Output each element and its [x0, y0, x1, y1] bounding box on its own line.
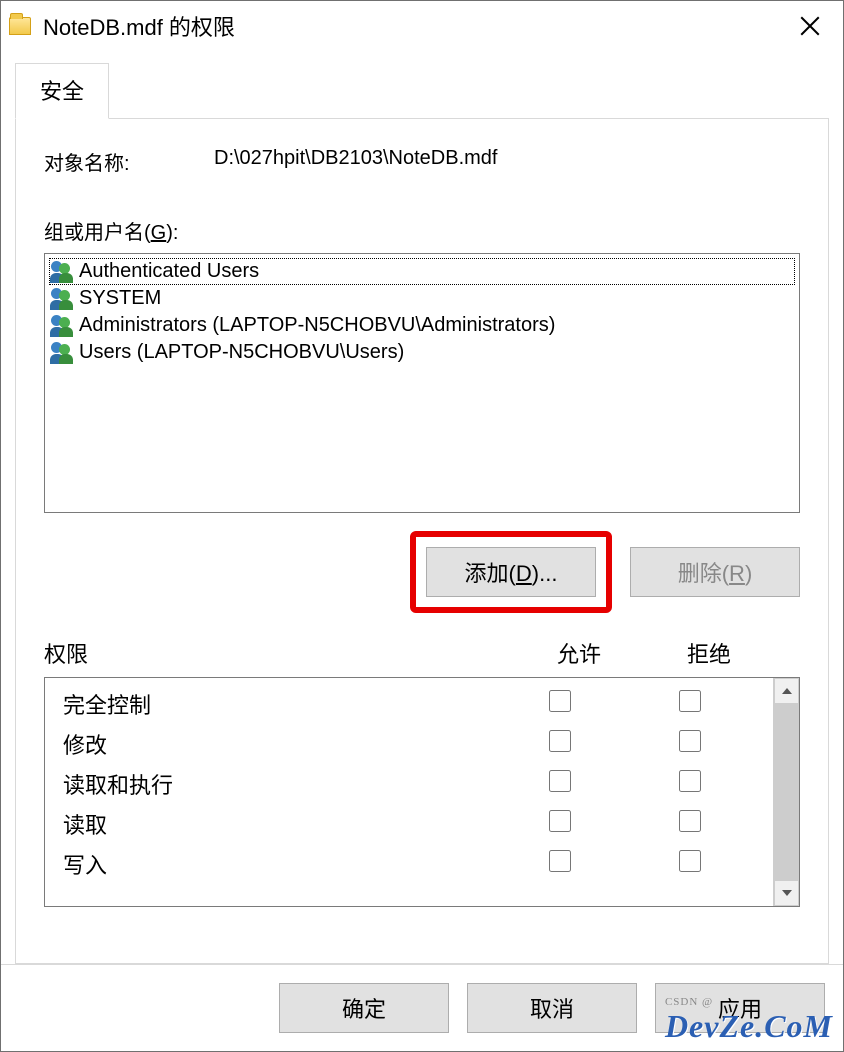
remove-button[interactable]: 删除(R): [630, 547, 800, 597]
permission-row: 读取: [45, 804, 773, 844]
tab-panel: 对象名称: D:\027hpit\DB2103\NoteDB.mdf 组或用户名…: [15, 118, 829, 964]
list-item[interactable]: SYSTEM: [49, 285, 795, 312]
highlight-annotation: 添加(D)...: [410, 531, 612, 613]
ok-button[interactable]: 确定: [279, 983, 449, 1033]
permission-name: 完全控制: [63, 688, 495, 720]
users-icon: [51, 288, 73, 310]
apply-button[interactable]: 应用: [655, 983, 825, 1033]
permissions-header: 权限 允许 拒绝: [44, 637, 800, 669]
users-icon: [51, 342, 73, 364]
deny-checkbox[interactable]: [679, 850, 701, 872]
groups-label: 组或用户名(G):: [44, 216, 800, 245]
permissions-list: 完全控制 修改 读取和执行 读取: [44, 677, 800, 907]
close-button[interactable]: [785, 6, 835, 46]
groups-label-suffix: ):: [166, 222, 178, 244]
tabstrip: 安全: [15, 63, 829, 119]
permission-name: 读取和执行: [63, 768, 495, 800]
chevron-up-icon: [782, 688, 792, 694]
dialog-window: NoteDB.mdf 的权限 安全 对象名称: D:\027hpit\DB210…: [0, 0, 844, 1052]
users-icon: [51, 315, 73, 337]
allow-column-header: 允许: [514, 637, 644, 669]
folder-icon: [9, 17, 31, 35]
permission-row: 读取和执行: [45, 764, 773, 804]
permissions-scroll-area: 完全控制 修改 读取和执行 读取: [45, 678, 773, 906]
scroll-up-button[interactable]: [774, 678, 799, 704]
allow-checkbox[interactable]: [549, 730, 571, 752]
deny-checkbox[interactable]: [679, 690, 701, 712]
list-item-label: Administrators (LAPTOP-N5CHOBVU\Administ…: [79, 314, 555, 337]
object-path: D:\027hpit\DB2103\NoteDB.mdf: [214, 147, 498, 176]
allow-checkbox[interactable]: [549, 810, 571, 832]
users-icon: [51, 261, 73, 283]
deny-checkbox[interactable]: [679, 770, 701, 792]
groups-label-hotkey: G: [151, 222, 167, 244]
add-button[interactable]: 添加(D)...: [426, 547, 596, 597]
object-name-label: 对象名称:: [44, 147, 214, 176]
scroll-track[interactable]: [774, 704, 799, 880]
window-title: NoteDB.mdf 的权限: [43, 10, 785, 42]
permissions-header-label: 权限: [44, 637, 514, 669]
deny-checkbox[interactable]: [679, 730, 701, 752]
permission-name: 写入: [63, 848, 495, 880]
allow-checkbox[interactable]: [549, 770, 571, 792]
list-item-label: Users (LAPTOP-N5CHOBVU\Users): [79, 341, 404, 364]
chevron-down-icon: [782, 890, 792, 896]
allow-checkbox[interactable]: [549, 850, 571, 872]
dialog-footer: 确定 取消 应用 CSDN @ DevZe.CoM: [1, 964, 843, 1051]
deny-checkbox[interactable]: [679, 810, 701, 832]
cancel-button[interactable]: 取消: [467, 983, 637, 1033]
groups-label-prefix: 组或用户名(: [44, 222, 151, 244]
permission-row: 完全控制: [45, 684, 773, 724]
tab-security[interactable]: 安全: [15, 63, 109, 119]
permission-row: 写入: [45, 844, 773, 884]
list-item[interactable]: Users (LAPTOP-N5CHOBVU\Users): [49, 339, 795, 366]
allow-checkbox[interactable]: [549, 690, 571, 712]
content-area: 安全 对象名称: D:\027hpit\DB2103\NoteDB.mdf 组或…: [1, 51, 843, 964]
deny-column-header: 拒绝: [644, 637, 774, 669]
list-item-label: SYSTEM: [79, 287, 161, 310]
list-item-label: Authenticated Users: [79, 260, 259, 283]
titlebar: NoteDB.mdf 的权限: [1, 1, 843, 51]
list-item[interactable]: Authenticated Users: [49, 258, 795, 285]
add-remove-row: 添加(D)... 删除(R): [44, 531, 800, 613]
scroll-down-button[interactable]: [774, 880, 799, 906]
object-name-row: 对象名称: D:\027hpit\DB2103\NoteDB.mdf: [44, 147, 800, 176]
permission-row: 修改: [45, 724, 773, 764]
list-item[interactable]: Administrators (LAPTOP-N5CHOBVU\Administ…: [49, 312, 795, 339]
permission-name: 读取: [63, 808, 495, 840]
permission-name: 修改: [63, 728, 495, 760]
close-icon: [800, 16, 820, 36]
scrollbar[interactable]: [773, 678, 799, 906]
groups-listbox[interactable]: Authenticated Users SYSTEM Administrator…: [44, 253, 800, 513]
